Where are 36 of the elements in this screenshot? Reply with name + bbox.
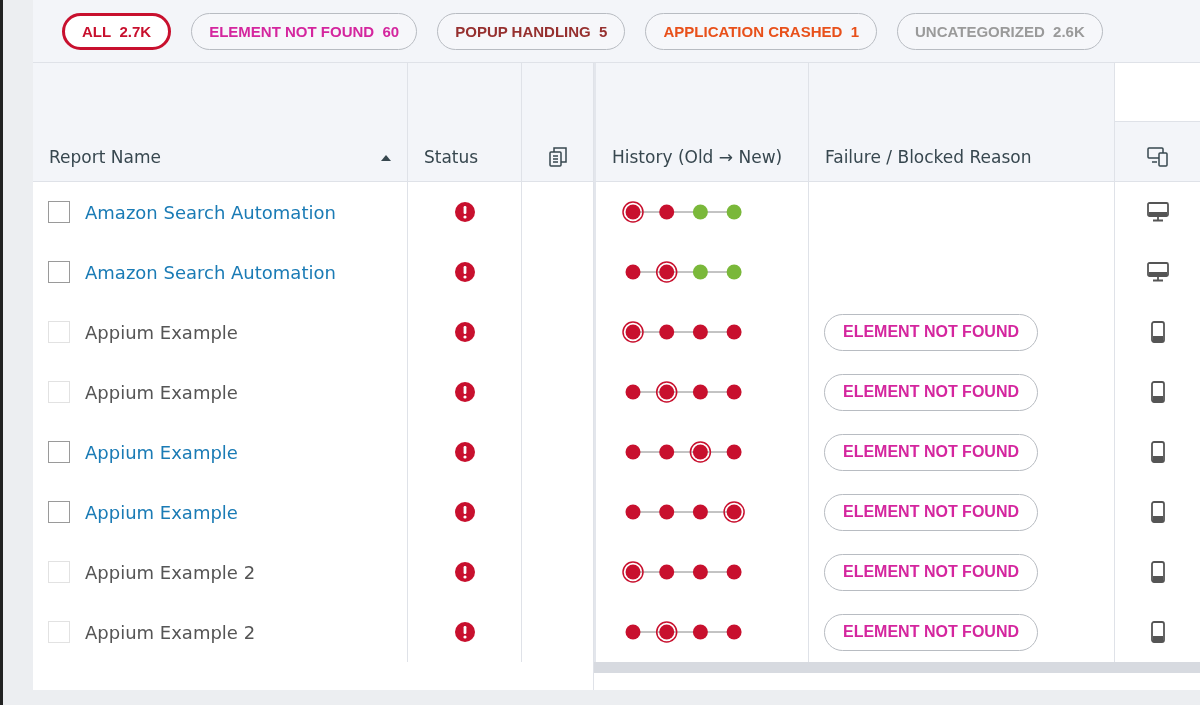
filter-chip[interactable]: POPUP HANDLING 5 xyxy=(437,12,626,50)
row-checkbox[interactable] xyxy=(48,201,70,223)
monitor-icon xyxy=(1146,202,1169,222)
phone-icon xyxy=(1150,501,1165,523)
phone-icon xyxy=(1150,621,1165,643)
devices-icon xyxy=(1146,147,1169,167)
monitor-icon xyxy=(1146,262,1169,282)
filter-chip[interactable]: APPLICATION CRASHED 1 xyxy=(645,12,878,50)
phone-icon xyxy=(1150,381,1165,403)
column-header: Status xyxy=(424,147,479,167)
column-header: History (Old → New) xyxy=(612,147,783,167)
row-checkbox[interactable] xyxy=(48,501,70,523)
phone-icon xyxy=(1150,321,1165,343)
report-name-link[interactable]: Amazon Search Automation xyxy=(85,201,336,223)
error-icon xyxy=(454,322,475,342)
clipboard-icon xyxy=(548,147,567,167)
report-name-link[interactable]: Amazon Search Automation xyxy=(85,261,336,283)
phone-icon xyxy=(1150,561,1165,583)
error-icon xyxy=(454,562,475,582)
error-icon xyxy=(454,262,475,282)
filter-chip[interactable]: ALL 2.7K xyxy=(62,12,172,50)
error-icon xyxy=(454,202,475,222)
horizontal-scrollbar[interactable] xyxy=(594,662,1200,673)
error-icon xyxy=(454,382,475,402)
error-icon xyxy=(454,622,475,642)
error-icon xyxy=(454,502,475,522)
report-name-link[interactable]: Appium Example xyxy=(85,441,238,463)
column-header[interactable]: Report Name xyxy=(49,147,161,167)
phone-icon xyxy=(1150,441,1165,463)
filter-chip[interactable]: ELEMENT NOT FOUND 60 xyxy=(191,12,418,50)
sort-ascending-icon[interactable] xyxy=(381,155,391,161)
row-checkbox[interactable] xyxy=(48,261,70,283)
error-icon xyxy=(454,442,475,462)
report-name-link[interactable]: Appium Example xyxy=(85,501,238,523)
column-header: Failure / Blocked Reason xyxy=(825,147,1032,167)
row-checkbox[interactable] xyxy=(48,441,70,463)
